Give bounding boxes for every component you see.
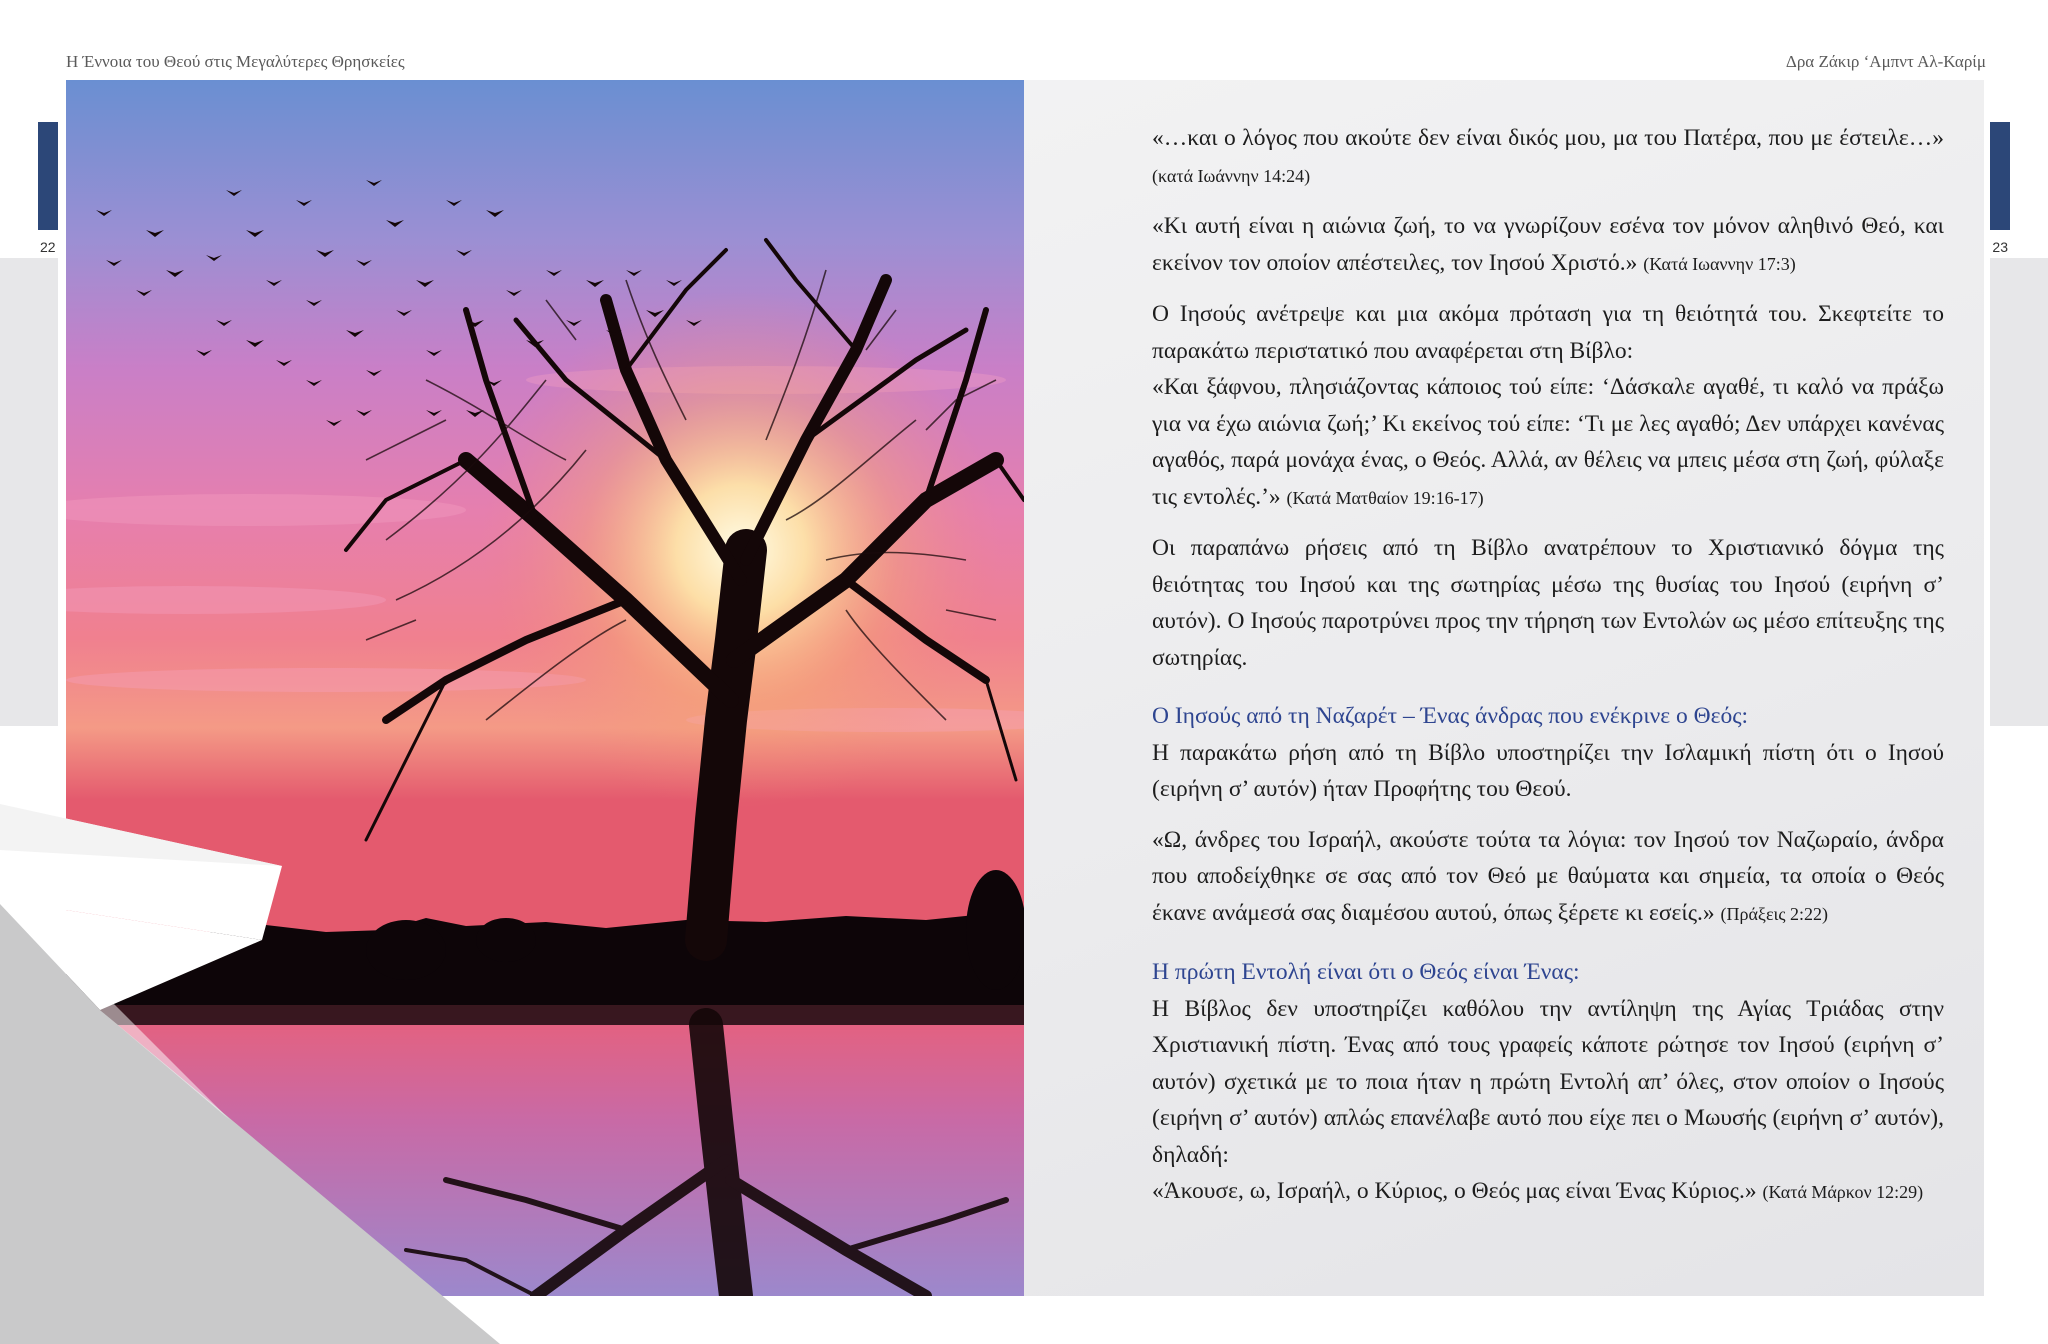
quote-mark-12-29: «Άκουσε, ω, Ισραήλ, ο Κύριος, ο Θεός μας… <box>1152 1178 1757 1204</box>
left-side-panel <box>0 258 58 726</box>
section-heading-first-commandment: Η πρώτη Εντολή είναι ότι ο Θεός είναι Έν… <box>1152 959 1580 985</box>
section-heading-jesus-nazareth: Ο Ιησούς από τη Ναζαρέτ – Ένας άνδρας πο… <box>1152 703 1749 729</box>
paragraph-7: Η Βίβλος δεν υποστηρίζει καθόλου την αντ… <box>1152 991 1944 1211</box>
quote-john-17-3: «Κι αυτή είναι η αιώνια ζωή, το να γνωρί… <box>1152 213 1944 276</box>
body-text-column: «…και ο λόγος που ακούτε δεν είναι δικός… <box>1152 120 1944 1225</box>
right-page: «…και ο λόγος που ακούτε δεν είναι δικός… <box>1024 80 1984 1296</box>
tree-sunset-photo <box>66 80 1024 1296</box>
left-chapter-tab <box>38 122 58 230</box>
book-title-header: Η Έννοια του Θεού στις Μεγαλύτερες Θρησκ… <box>66 52 405 71</box>
paragraph-6: «Ω, άνδρες του Ισραήλ, ακούστε τούτα τα … <box>1152 822 1944 933</box>
right-page-number: 23 <box>1992 239 2008 255</box>
left-page-number: 22 <box>40 239 56 255</box>
reference-acts-2-22: (Πράξεις 2:22) <box>1720 903 1828 924</box>
reference-john-17-3: (Κατά Ιωαννην 17:3) <box>1643 253 1796 274</box>
quote-matthew-19: «Και ξάφνου, πλησιάζοντας κάποιος τού εί… <box>1152 374 1944 510</box>
reference-matthew-19: (Κατά Ματθαίον 19:16-17) <box>1286 487 1484 508</box>
paragraph-3: Ο Ιησούς ανέτρεψε και μια ακόμα πρόταση … <box>1152 296 1944 516</box>
paragraph-4: Οι παραπάνω ρήσεις από τη Βίβλο ανατρέπο… <box>1152 535 1944 671</box>
intro-matthew: Ο Ιησούς ανέτρεψε και μια ακόμα πρόταση … <box>1152 301 1944 364</box>
reference-john-14-24: (κατά Ιωάννην 14:24) <box>1152 165 1311 186</box>
paragraph-1: «…και ο λόγος που ακούτε δεν είναι δικός… <box>1152 120 1944 194</box>
quote-john-14-24: «…και ο λόγος που ακούτε δεν είναι δικός… <box>1152 125 1944 151</box>
right-side-panel <box>1990 258 2048 726</box>
paragraph-2: «Κι αυτή είναι η αιώνια ζωή, το να γνωρί… <box>1152 208 1944 282</box>
author-header: Δρα Ζάκιρ ‘Αμπντ Αλ-Καρίμ <box>1785 52 1986 71</box>
trinity-text: Η Βίβλος δεν υποστηρίζει καθόλου την αντ… <box>1152 995 1944 1168</box>
paragraph-5: Η παρακάτω ρήση από τη Βίβλο υποστηρίζει… <box>1152 739 1944 803</box>
tree-sunset-illustration <box>66 80 1024 1296</box>
reference-mark-12-29: (Κατά Μάρκον 12:29) <box>1762 1182 1924 1202</box>
right-chapter-tab <box>1990 122 2010 230</box>
